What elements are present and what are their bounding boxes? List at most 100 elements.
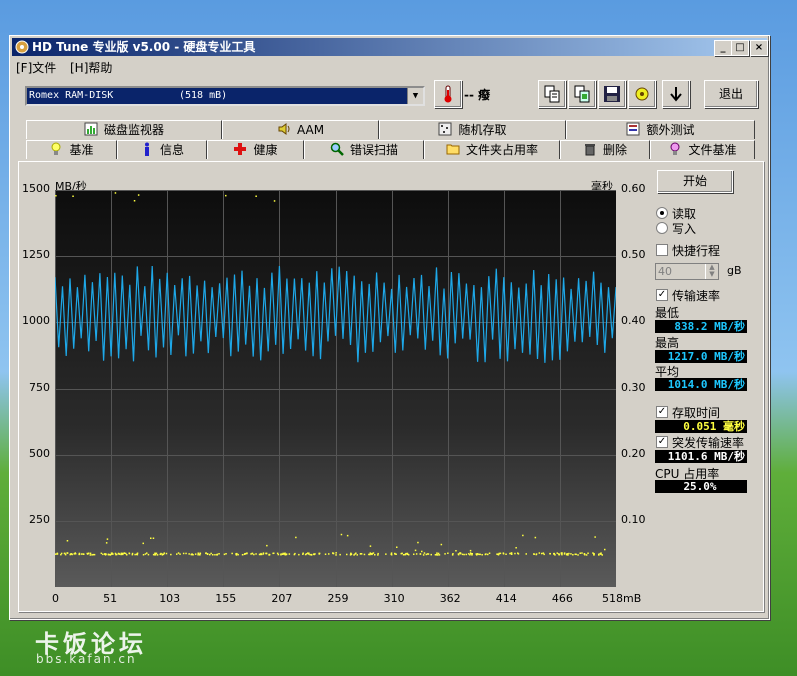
tab-benchmark[interactable]: 基准 (26, 140, 117, 159)
access-time-point (417, 541, 419, 544)
tab-label: 额外测试 (646, 123, 695, 137)
access-time-point (237, 553, 239, 556)
download-button[interactable] (662, 80, 690, 108)
close-button[interactable]: × (750, 40, 768, 56)
copy-image-icon (574, 85, 590, 103)
access-time-point (463, 553, 465, 556)
access-time-point (309, 553, 311, 556)
access-time-point (273, 200, 276, 202)
access-time-point (307, 552, 309, 554)
menu-help[interactable]: [H]帮助 (70, 59, 112, 76)
drive-select[interactable]: Romex RAM-DISK (518 mB) ▼ (25, 86, 425, 106)
tab-info[interactable]: 信息 (117, 140, 207, 159)
access-time-point (304, 553, 307, 556)
tab-erase[interactable]: 删除 (560, 140, 650, 159)
access-time-point (241, 554, 244, 556)
maximize-button[interactable]: □ (731, 40, 749, 56)
access-time-point (497, 553, 500, 555)
access-time-point (402, 554, 405, 556)
access-time-point (471, 553, 473, 555)
access-time-point (121, 552, 124, 555)
quick-stepper[interactable]: 40 ▲ ▼ (655, 263, 719, 280)
chevron-down-icon[interactable]: ▼ (407, 88, 423, 104)
access-checkbox[interactable]: ✓ (656, 406, 668, 418)
y-right-tick: 0.20 (621, 446, 646, 460)
tab-folder-usage[interactable]: 文件夹占用率 (424, 140, 560, 159)
copy-image-button[interactable] (568, 80, 596, 108)
access-time-point (197, 554, 199, 556)
tab-disk-monitor[interactable]: 磁盘监视器 (26, 120, 222, 139)
access-time-point (444, 553, 446, 555)
tab-label: 错误扫描 (349, 143, 398, 157)
random-access-icon (438, 122, 452, 136)
access-time-point (396, 546, 398, 548)
access-time-point (91, 554, 93, 556)
access-time-point (407, 553, 409, 555)
x-tick: 466 (551, 592, 573, 605)
y-right-tick: 0.60 (621, 182, 646, 195)
stepper-arrows-icon[interactable]: ▲ ▼ (705, 264, 718, 279)
start-button[interactable]: 开始 (657, 170, 733, 193)
copy-text-button[interactable] (538, 80, 566, 108)
access-time-point (268, 554, 270, 556)
transfer-checkbox[interactable]: ✓ (656, 289, 668, 301)
access-time-point (556, 552, 558, 554)
exit-button[interactable]: 退出 (704, 80, 758, 108)
tab-health[interactable]: 健康 (207, 140, 304, 159)
read-radio[interactable] (656, 207, 668, 219)
access-time-point (517, 553, 520, 555)
access-time-point (123, 552, 126, 554)
tab-random-access[interactable]: 随机存取 (379, 120, 566, 139)
x-tick: 310 (383, 592, 405, 605)
access-time-point (436, 552, 438, 554)
access-time-point (295, 536, 297, 539)
access-time-point (114, 192, 117, 194)
access-time-point (475, 553, 477, 555)
access-time-point (106, 538, 109, 540)
access-time-point (440, 543, 443, 546)
access-time-point (369, 553, 371, 556)
access-time-point (332, 552, 334, 554)
access-time-point (214, 554, 216, 556)
tab-aam[interactable]: AAM (222, 120, 379, 139)
access-time-point (499, 552, 502, 555)
write-radio[interactable] (656, 222, 668, 234)
access-time-point (394, 552, 396, 555)
tab-label: 删除 (602, 143, 627, 157)
temperature-readout: -- 癈 (464, 88, 491, 102)
access-time-point (133, 200, 136, 202)
x-tick: 155 (215, 592, 237, 605)
access-time-point (335, 552, 337, 554)
access-time-point (538, 552, 541, 554)
access-time-point (152, 537, 155, 539)
access-time-point (156, 554, 159, 556)
access-time-point (71, 553, 73, 556)
temperature-button[interactable] (434, 80, 462, 108)
access-time-point (455, 550, 457, 552)
tab-strip: 磁盘监视器 AAM 随机存取 额外测试 基准 信息 健康 错误扫描 文件夹占用率… (12, 117, 767, 161)
toolbar: Romex RAM-DISK (518 mB) ▼ -- 癈 退出 (12, 77, 767, 113)
burst-checkbox[interactable]: ✓ (656, 436, 668, 448)
access-time-point (363, 553, 366, 556)
access-time-point (206, 553, 209, 555)
options-button[interactable] (628, 80, 656, 108)
access-time-point (594, 536, 596, 538)
tab-error-scan[interactable]: 错误扫描 (304, 140, 424, 159)
copy-text-icon (544, 85, 560, 103)
access-time-point (126, 554, 128, 556)
access-time-point (205, 552, 207, 555)
quick-checkbox[interactable] (656, 244, 668, 256)
access-time-point (533, 553, 535, 555)
access-time-point (469, 552, 472, 554)
access-time-point (371, 553, 373, 555)
y-left-tick: 750 (29, 380, 50, 394)
tab-extra-tests[interactable]: 额外测试 (566, 120, 755, 139)
access-time-point (66, 540, 69, 542)
minimize-button[interactable]: _ (714, 40, 732, 56)
cpu-value: 25.0% (655, 480, 747, 493)
x-tick: 103 (159, 592, 181, 605)
access-time-point (587, 552, 589, 554)
tab-file-benchmark[interactable]: 文件基准 (650, 140, 755, 159)
menu-file[interactable]: [F]文件 (16, 59, 56, 76)
save-button[interactable] (598, 80, 626, 108)
